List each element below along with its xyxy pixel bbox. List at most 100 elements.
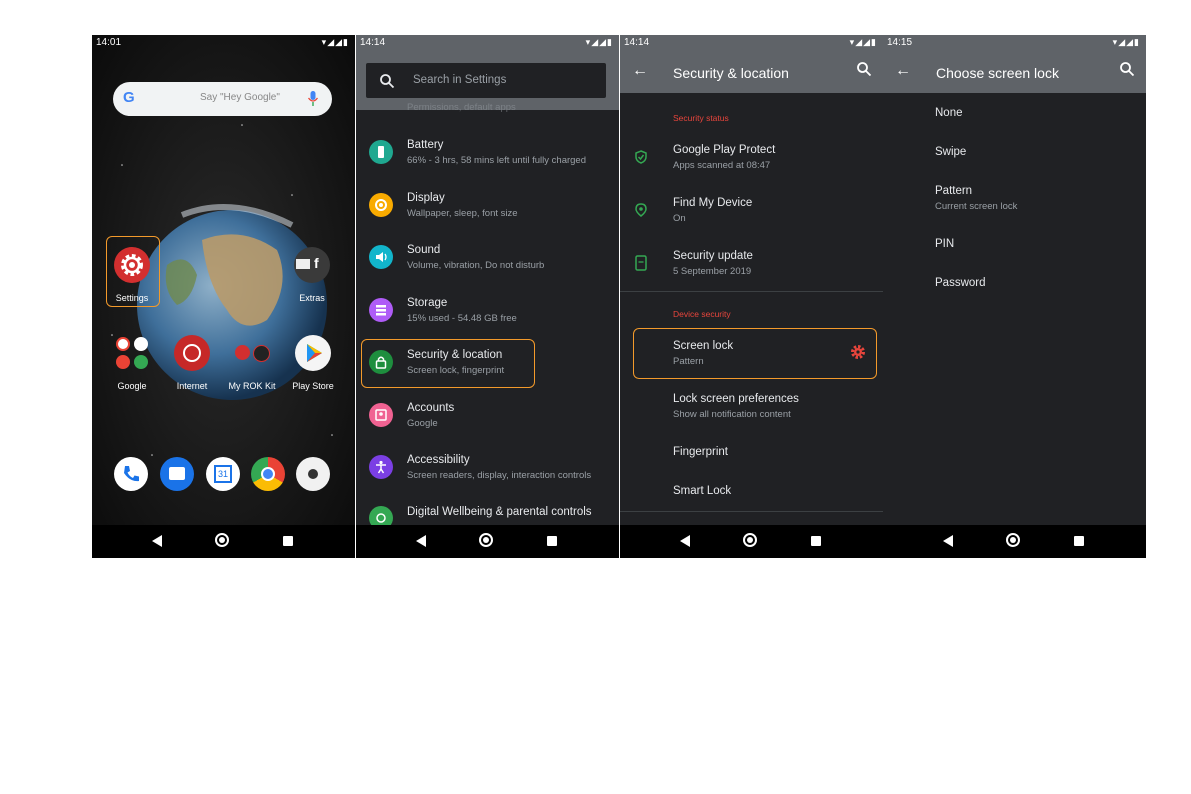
back-icon[interactable] — [416, 535, 426, 547]
brightness-icon — [369, 193, 393, 217]
internet-label: Internet — [176, 381, 208, 391]
bottom-divider — [620, 511, 883, 512]
chrome-icon — [261, 467, 275, 481]
phone-update-icon — [635, 255, 647, 271]
account-icon — [369, 403, 393, 427]
status-icons: ▾◢◢▮ — [1112, 37, 1140, 47]
recents-icon[interactable] — [811, 536, 821, 546]
settings-item-security[interactable]: Security & location Screen lock, fingerp… — [356, 338, 619, 388]
lock-option-pattern[interactable]: Pattern Current screen lock — [883, 173, 1146, 223]
nav-bar — [356, 525, 619, 558]
settings-item-accounts[interactable]: Accounts Google — [356, 391, 619, 441]
rok-app-icon — [235, 345, 250, 360]
calendar-icon: 31 — [214, 465, 232, 483]
home-icon[interactable] — [1006, 533, 1020, 547]
gear-icon[interactable] — [850, 344, 866, 360]
settings-item-storage[interactable]: Storage 15% used - 54.48 GB free — [356, 286, 619, 336]
settings-app-label: Settings — [115, 293, 149, 303]
section-device-security: Device security — [673, 309, 731, 319]
settings-item-sound[interactable]: Sound Volume, vibration, Do not disturb — [356, 233, 619, 283]
google-g-icon: G — [123, 89, 135, 106]
volume-icon — [369, 245, 393, 269]
nav-bar — [883, 525, 1146, 558]
security-item-lock-preferences[interactable]: Lock screen preferences Show all notific… — [620, 381, 883, 431]
message-icon — [169, 467, 185, 480]
extras-label: Extras — [299, 293, 325, 303]
back-icon[interactable] — [680, 535, 690, 547]
search-hint: Say "Hey Google" — [200, 92, 280, 103]
settings-item-battery[interactable]: Battery 66% - 3 hrs, 58 mins left until … — [356, 128, 619, 178]
section-divider — [620, 291, 883, 292]
arrow-back-icon[interactable]: ← — [895, 62, 911, 80]
maps-icon — [134, 355, 148, 369]
phone-icon — [124, 466, 139, 482]
status-icons: ▾◢◢▮ — [849, 37, 877, 47]
arrow-back-icon[interactable]: ← — [632, 62, 648, 80]
security-item-find-device[interactable]: Find My Device On — [620, 185, 883, 235]
shield-check-icon — [635, 150, 647, 164]
home-icon[interactable] — [743, 533, 757, 547]
battery-icon — [369, 140, 393, 164]
gear-icon — [121, 254, 143, 276]
app-bar: ← Security & location — [620, 52, 883, 93]
camera-icon — [308, 469, 318, 479]
lock-option-pin[interactable]: PIN — [883, 226, 1146, 264]
mic-icon[interactable] — [308, 91, 318, 106]
lock-option-none[interactable]: None — [883, 95, 1146, 133]
phone-app[interactable] — [114, 457, 148, 491]
back-icon[interactable] — [152, 535, 162, 547]
chrome-app[interactable] — [251, 457, 285, 491]
page-title: Security & location — [673, 65, 789, 81]
internet-app[interactable] — [174, 335, 210, 371]
search-icon — [380, 74, 394, 88]
camera-app[interactable] — [296, 457, 330, 491]
messages-app[interactable] — [160, 457, 194, 491]
calendar-app[interactable]: 31 — [206, 457, 240, 491]
nav-bar — [620, 525, 883, 558]
security-item-screen-lock[interactable]: Screen lock Pattern — [620, 328, 883, 378]
status-bar: 14:15 ▾◢◢▮ — [883, 35, 1146, 52]
google-app-icon — [116, 337, 130, 351]
lock-option-swipe[interactable]: Swipe — [883, 134, 1146, 172]
settings-screen: 14:14 ▾◢◢▮ Search in Settings Permission… — [356, 35, 619, 558]
settings-item-accessibility[interactable]: Accessibility Screen readers, display, i… — [356, 443, 619, 493]
status-bar: 14:01 ▾◢◢▮ — [92, 35, 355, 52]
recents-icon[interactable] — [283, 536, 293, 546]
location-icon — [635, 203, 647, 217]
settings-search-bar[interactable]: Search in Settings — [366, 63, 606, 98]
rok-secondary-icon — [253, 345, 270, 362]
settings-item-display[interactable]: Display Wallpaper, sleep, font size — [356, 181, 619, 231]
play-triangle-icon — [307, 344, 322, 362]
status-time: 14:14 — [360, 37, 386, 48]
search-icon[interactable] — [1120, 62, 1134, 76]
globe-icon — [183, 344, 201, 362]
security-item-play-protect[interactable]: Google Play Protect Apps scanned at 08:4… — [620, 132, 883, 182]
status-time: 14:01 — [96, 37, 122, 48]
security-item-smart-lock[interactable]: Smart Lock — [620, 473, 883, 523]
back-icon[interactable] — [943, 535, 953, 547]
lock-option-password[interactable]: Password — [883, 265, 1146, 303]
home-icon[interactable] — [215, 533, 229, 547]
google-search-bar[interactable]: G Say "Hey Google" — [113, 82, 332, 116]
home-icon[interactable] — [479, 533, 493, 547]
security-item-update[interactable]: Security update 5 September 2019 — [620, 238, 883, 288]
search-placeholder: Search in Settings — [413, 74, 507, 86]
page-title: Choose screen lock — [936, 65, 1059, 81]
google-folder[interactable] — [114, 335, 150, 371]
recents-icon[interactable] — [1074, 536, 1084, 546]
extras-folder[interactable]: f — [294, 247, 330, 283]
search-icon[interactable] — [857, 62, 871, 76]
status-time: 14:15 — [887, 37, 913, 48]
play-store-app[interactable] — [295, 335, 331, 371]
app-bar: ← Choose screen lock — [883, 52, 1146, 93]
status-time: 14:14 — [624, 37, 650, 48]
home-screen: 14:01 ▾◢◢▮ G Say "Hey Google" Settings f… — [92, 35, 355, 558]
rok-kit-folder[interactable] — [234, 335, 270, 371]
recents-icon[interactable] — [547, 536, 557, 546]
nav-bar — [92, 525, 355, 558]
settings-app[interactable] — [114, 247, 150, 283]
play-store-label: Play Store — [292, 381, 334, 391]
section-security-status: Security status — [673, 113, 729, 123]
lock-icon — [369, 350, 393, 374]
status-bar: 14:14 ▾◢◢▮ — [356, 35, 619, 52]
